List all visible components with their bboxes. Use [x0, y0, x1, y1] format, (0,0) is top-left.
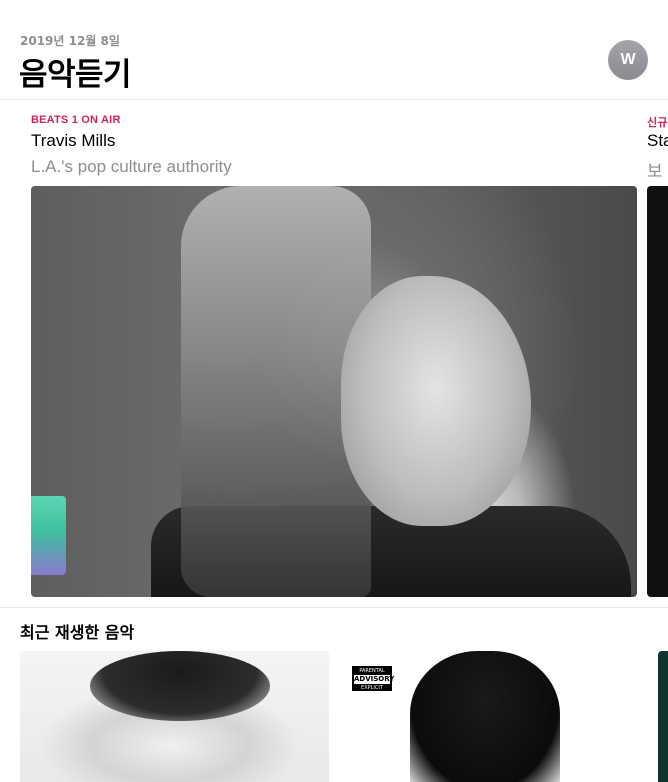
advisory-top-text: PARENTAL: [359, 668, 385, 674]
advisory-bottom-text: EXPLICIT CONTENT: [359, 685, 385, 697]
section-divider: [0, 607, 668, 608]
featured-eyebrow: BEATS 1 ON AIR: [31, 114, 121, 126]
page-title: 음악듣기: [19, 57, 132, 93]
page-header: 2019년 12월 8일 음악듣기 W: [0, 0, 668, 100]
recently-played-row[interactable]: PARENTAL ADVISORY EXPLICIT CONTENT: [0, 651, 668, 782]
mini-player-artwork[interactable]: [31, 496, 66, 575]
album-tile[interactable]: [20, 651, 329, 782]
featured-title: Travis Mills: [31, 131, 116, 150]
album-art-shape: [410, 651, 560, 782]
album-art-shape: [90, 651, 270, 721]
featured-artwork[interactable]: [647, 186, 668, 597]
featured-eyebrow: 신규: [647, 117, 668, 129]
featured-subtitle: L.A.'s pop culture authority: [31, 157, 232, 176]
album-tile[interactable]: PARENTAL ADVISORY EXPLICIT CONTENT: [340, 651, 649, 782]
parental-advisory-label: PARENTAL ADVISORY EXPLICIT CONTENT: [352, 666, 395, 697]
account-avatar-button[interactable]: W: [608, 40, 648, 80]
featured-carousel[interactable]: BEATS 1 ON AIR Travis Mills L.A.'s pop c…: [0, 100, 668, 608]
recently-played-title: 최근 재생한 음악: [20, 623, 135, 642]
featured-title: Sta: [647, 131, 668, 150]
artwork-shape: [341, 276, 531, 526]
date-label: 2019년 12월 8일: [20, 34, 120, 48]
advisory-main-text: ADVISORY: [354, 675, 395, 684]
featured-subtitle: 보: [647, 162, 663, 181]
album-tile[interactable]: [658, 651, 668, 782]
featured-artwork[interactable]: [31, 186, 637, 597]
